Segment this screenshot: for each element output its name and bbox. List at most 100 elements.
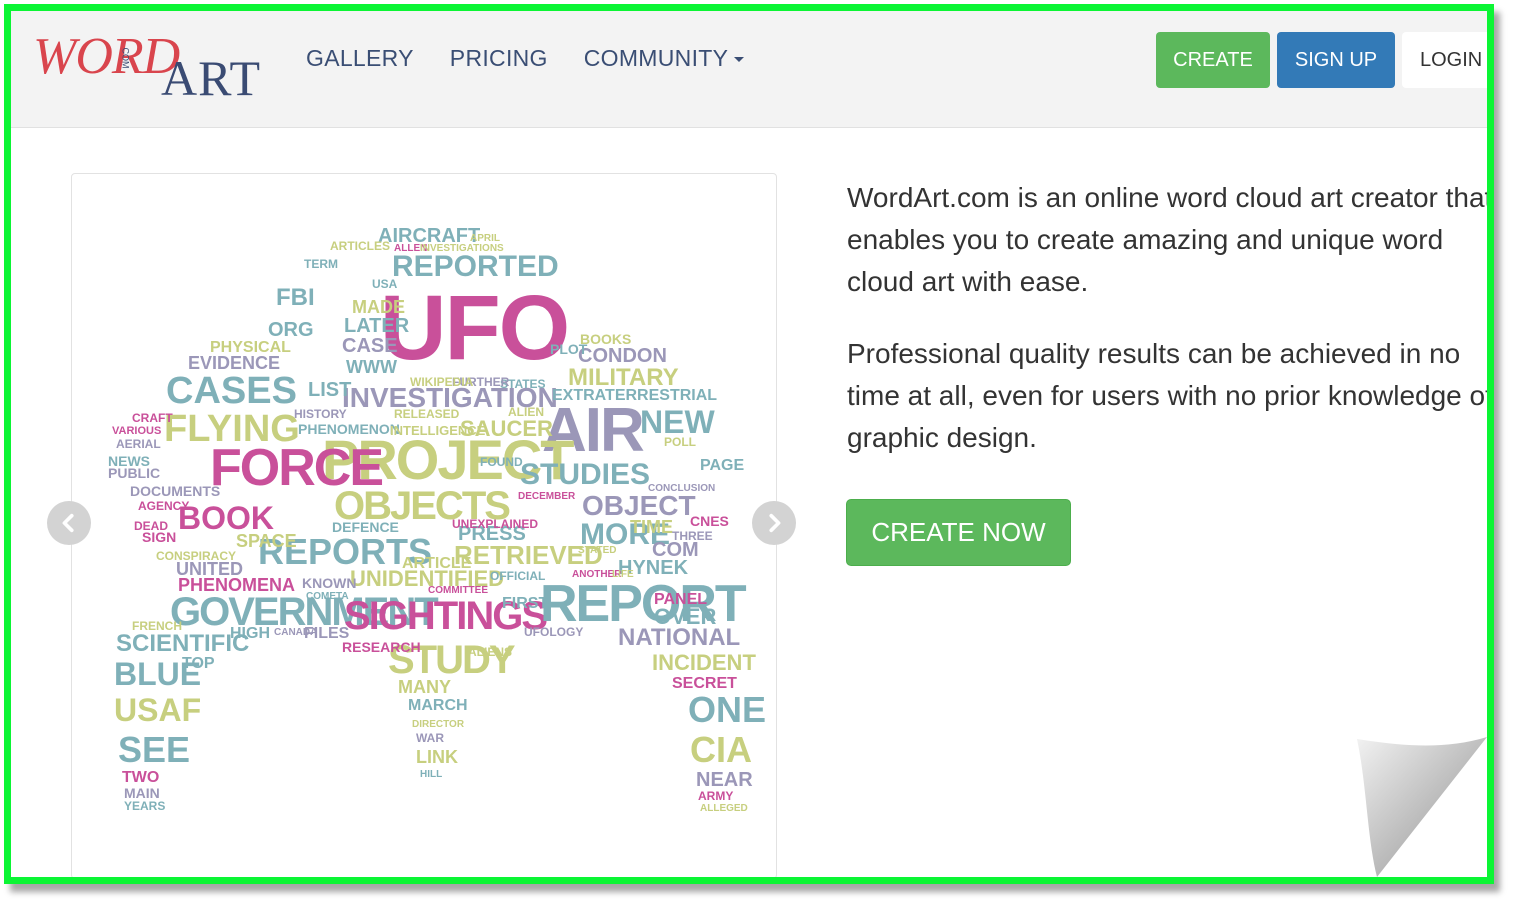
nav-community-label: COMMUNITY bbox=[583, 45, 729, 71]
cloud-word: COMETA bbox=[306, 591, 349, 602]
cloud-word: TWO bbox=[122, 769, 160, 786]
cloud-word: DEAD bbox=[134, 519, 169, 533]
cloud-word: WIKIPEDIA bbox=[410, 375, 474, 389]
cloud-word: PHENOMENON bbox=[298, 421, 400, 437]
page-frame: WORD COM ART GALLERY PRICING COMMUNITY C… bbox=[4, 4, 1494, 884]
cloud-word: CIA bbox=[690, 729, 752, 770]
cloud-word: FRENCH bbox=[132, 619, 182, 633]
cloud-word: CRAFT bbox=[132, 411, 173, 425]
cloud-word: OBJECT bbox=[582, 490, 696, 521]
cloud-word: COMMITTEE bbox=[428, 585, 488, 596]
cloud-word: FLYING bbox=[164, 408, 300, 450]
cloud-word: DIRECTOR bbox=[412, 719, 465, 730]
cloud-word: KNOWN bbox=[302, 575, 357, 591]
cloud-word: WAR bbox=[416, 731, 444, 745]
create-now-button[interactable]: CREATE NOW bbox=[846, 499, 1071, 566]
cloud-word: STUDIES bbox=[520, 458, 651, 491]
cloud-word: DEFENCE bbox=[332, 519, 399, 535]
cloud-word: LIFE bbox=[612, 569, 634, 580]
carousel-next-button[interactable] bbox=[752, 501, 796, 545]
nav-pricing[interactable]: PRICING bbox=[450, 45, 548, 72]
cloud-word: CASE bbox=[342, 335, 398, 357]
cloud-word: MANY bbox=[398, 677, 451, 697]
intro-paragraph-2: Professional quality results can be achi… bbox=[847, 338, 1493, 453]
cloud-word: HIGH bbox=[230, 625, 270, 642]
cloud-word: NEAR bbox=[696, 769, 753, 791]
cloud-word: NATIONAL bbox=[618, 624, 741, 651]
cloud-word: FBI bbox=[276, 284, 315, 311]
cloud-word: EXTRATERRESTRIAL bbox=[552, 387, 718, 404]
cloud-word: TOP bbox=[182, 655, 215, 672]
cloud-word: SEE bbox=[118, 729, 191, 770]
cloud-word: VARIOUS bbox=[112, 425, 162, 437]
cloud-word: HILL bbox=[420, 769, 443, 780]
cloud-word: CONCLUSION bbox=[648, 483, 716, 494]
cloud-word: CNES bbox=[690, 513, 729, 529]
carousel-prev-button[interactable] bbox=[47, 501, 91, 545]
cloud-word: FIRST bbox=[502, 595, 549, 612]
cloud-word: ARTICLE bbox=[402, 555, 472, 572]
cloud-word: OVER bbox=[654, 604, 717, 629]
cloud-word: STATED bbox=[578, 545, 617, 556]
cloud-word: TIME bbox=[630, 517, 673, 537]
cloud-word: LATER bbox=[344, 315, 410, 337]
cloud-word: RESEARCH bbox=[342, 639, 421, 655]
cloud-word: MADE bbox=[352, 297, 405, 317]
cloud-word: PHYSICAL bbox=[210, 339, 291, 356]
cloud-word: ALLEGED bbox=[700, 803, 748, 814]
cloud-word: HISTORY bbox=[294, 407, 347, 421]
cloud-word: DECEMBER bbox=[518, 491, 576, 502]
page-curl-decoration bbox=[1337, 727, 1487, 877]
cloud-word: ONE bbox=[688, 689, 767, 730]
cloud-word: AGENCY bbox=[138, 499, 190, 513]
logo-art: ART bbox=[161, 50, 261, 106]
logo-word: WORD bbox=[33, 28, 180, 85]
cloud-word: YEARS bbox=[124, 799, 166, 813]
nav-community[interactable]: COMMUNITY bbox=[584, 45, 745, 72]
chevron-right-icon bbox=[769, 513, 781, 533]
cloud-word: LINK bbox=[416, 747, 458, 767]
cloud-word: BOOK bbox=[178, 500, 274, 536]
wordart-logo[interactable]: WORD COM ART bbox=[33, 27, 273, 107]
create-button[interactable]: CREATE bbox=[1156, 32, 1270, 88]
word-cloud-carousel: UFO AIR PROJECT FORCE OBJECTS REPORTED AIRCRAF… bbox=[71, 173, 777, 877]
caret-down-icon bbox=[734, 57, 745, 63]
cloud-word: ARMY bbox=[698, 789, 734, 803]
cloud-word: FOUND bbox=[480, 455, 523, 469]
cloud-word: SPACE bbox=[236, 531, 297, 551]
cloud-word: NEW bbox=[640, 404, 715, 440]
cloud-word: UFOLOGY bbox=[524, 625, 584, 639]
cloud-word: CONSPIRACY bbox=[156, 549, 237, 563]
intro-paragraph-1: WordArt.com is an online word cloud art … bbox=[847, 182, 1493, 297]
cloud-word: USAF bbox=[114, 692, 202, 728]
cloud-word: TERM bbox=[304, 257, 338, 271]
cloud-word: OFFICIAL bbox=[490, 569, 546, 583]
cloud-word: ORG bbox=[268, 319, 314, 341]
cloud-word: CONDON bbox=[578, 345, 667, 367]
cloud-word: LIST bbox=[308, 379, 352, 401]
cloud-word: USA bbox=[372, 277, 398, 291]
cloud-word: WWW bbox=[346, 357, 397, 377]
cloud-word: REPORTED bbox=[392, 250, 559, 283]
cloud-word: THREE bbox=[672, 529, 713, 543]
cloud-word: MARCH bbox=[408, 697, 468, 714]
word-cloud-image: UFO AIR PROJECT FORCE OBJECTS REPORTED AIRCRAF… bbox=[72, 174, 776, 877]
cloud-word: PAGE bbox=[700, 457, 745, 474]
cloud-word: MAIN bbox=[124, 785, 160, 801]
login-button[interactable]: LOGIN bbox=[1402, 32, 1487, 88]
cloud-word: PLOT bbox=[550, 341, 588, 357]
intro-text: WordArt.com is an online word cloud art … bbox=[847, 177, 1493, 489]
sign-up-button[interactable]: SIGN UP bbox=[1277, 32, 1395, 88]
cloud-word: AERIAL bbox=[116, 437, 161, 451]
cloud-word: CANADA bbox=[274, 627, 318, 638]
chevron-left-icon bbox=[62, 513, 74, 533]
cloud-word: ALIEN bbox=[508, 405, 544, 419]
cloud-word: PUBLIC bbox=[108, 465, 161, 481]
cloud-word: UNEXPLAINED bbox=[452, 517, 539, 531]
logo-com: COM bbox=[120, 47, 131, 69]
nav-links: GALLERY PRICING COMMUNITY bbox=[306, 45, 745, 72]
cloud-word: ALIENS bbox=[468, 645, 513, 659]
cloud-word: DOCUMENTS bbox=[130, 483, 221, 499]
nav-gallery[interactable]: GALLERY bbox=[306, 45, 414, 72]
cloud-word: RELEASED bbox=[394, 407, 460, 421]
